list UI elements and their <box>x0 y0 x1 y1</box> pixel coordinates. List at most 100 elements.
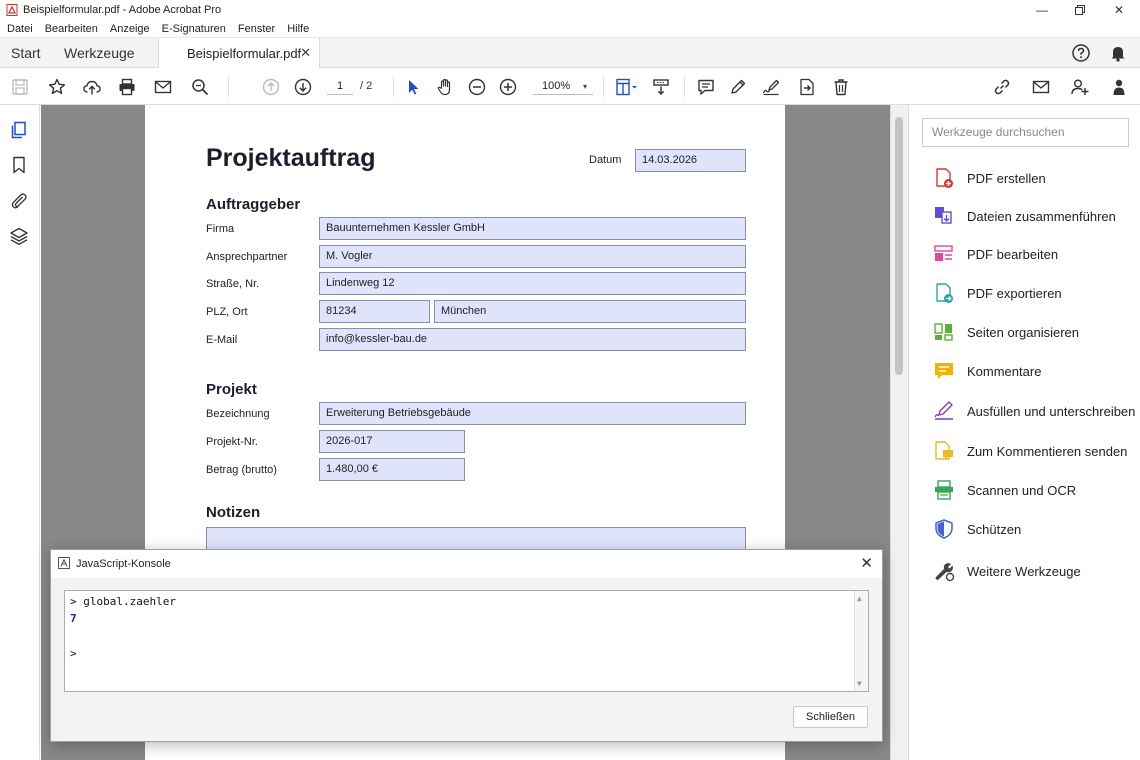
zoom-search-icon[interactable] <box>189 76 211 98</box>
tool-label: PDF exportieren <box>967 285 1062 301</box>
menu-datei[interactable]: Datei <box>7 23 33 35</box>
dialog-title-bar: JavaScript-Konsole ✕ <box>51 550 882 578</box>
close-tab-icon[interactable]: ✕ <box>300 45 311 61</box>
console-input-line: > global.zaehler <box>70 595 176 608</box>
tab-start[interactable]: Start <box>11 45 41 61</box>
zoom-in-icon[interactable] <box>497 76 519 98</box>
add-user-icon[interactable] <box>1069 76 1091 98</box>
console-output-area[interactable]: > global.zaehler 7 > ▲ ▼ <box>64 590 869 692</box>
tool-kommentare[interactable]: Kommentare <box>933 359 1140 383</box>
title-bar: Beispielformular.pdf - Adobe Acrobat Pro… <box>0 0 1140 20</box>
scrollbar-thumb[interactable] <box>895 117 903 375</box>
tab-document[interactable]: Beispielformular.pdf ✕ <box>158 38 320 68</box>
request-signature-icon[interactable] <box>1108 76 1130 98</box>
zoom-level-select[interactable]: 100% ▾ <box>533 78 593 95</box>
zoom-out-icon[interactable] <box>466 76 488 98</box>
scroll-up-icon[interactable]: ▲ <box>857 594 862 603</box>
hand-tool-icon[interactable] <box>434 76 456 98</box>
console-prompt: > <box>70 647 77 660</box>
tool-label: Ausfüllen und unterschreiben <box>967 403 1136 419</box>
close-window-button[interactable]: ✕ <box>1101 0 1137 20</box>
previous-page-icon[interactable] <box>260 76 282 98</box>
tool-dateien-zusammenfuehren[interactable]: Dateien zusammenführen <box>933 204 1140 228</box>
help-icon[interactable] <box>1071 43 1091 63</box>
pen-draw-icon[interactable] <box>727 76 749 98</box>
bezeichnung-field[interactable]: Erweiterung Betriebsgebäude <box>319 402 746 425</box>
delete-icon[interactable] <box>830 76 852 98</box>
projekt-nr-field[interactable]: 2026-017 <box>319 430 465 453</box>
document-scrollbar[interactable] <box>890 105 908 760</box>
plz-ort-label: PLZ, Ort <box>206 306 248 318</box>
tool-pdf-exportieren[interactable]: PDF exportieren <box>933 281 1140 305</box>
email-field[interactable]: info@kessler-bau.de <box>319 328 746 351</box>
menu-e-signaturen[interactable]: E-Signaturen <box>162 23 226 35</box>
tool-scannen-ocr[interactable]: Scannen und OCR <box>933 478 1140 502</box>
fill-sign-icon <box>933 400 955 422</box>
ansprechpartner-field[interactable]: M. Vogler <box>319 245 746 268</box>
page-total: / 2 <box>360 80 373 92</box>
tool-seiten-organisieren[interactable]: Seiten organisieren <box>933 320 1140 344</box>
tool-ausfuellen-unterschreiben[interactable]: Ausfüllen und unterschreiben <box>933 399 1140 423</box>
strasse-field[interactable]: Lindenweg 12 <box>319 272 746 295</box>
share-link-icon[interactable] <box>991 76 1013 98</box>
menu-bearbeiten[interactable]: Bearbeiten <box>45 23 98 35</box>
firma-label: Firma <box>206 223 235 235</box>
console-scrollbar[interactable]: ▲ ▼ <box>854 591 868 691</box>
tool-label: Zum Kommentieren senden <box>967 443 1128 459</box>
bookmark-star-icon[interactable] <box>46 76 68 98</box>
attachments-icon[interactable] <box>9 191 29 211</box>
tool-pdf-bearbeiten[interactable]: PDF bearbeiten <box>933 242 1140 266</box>
firma-field[interactable]: Bauunternehmen Kessler GmbH <box>319 217 746 240</box>
strasse-label: Straße, Nr. <box>206 278 260 290</box>
tab-tools[interactable]: Werkzeuge <box>64 45 135 61</box>
javascript-console-dialog: JavaScript-Konsole ✕ > global.zaehler 7 … <box>50 549 883 742</box>
page-thumbnails-icon[interactable] <box>9 120 29 140</box>
tab-document-label: Beispielformular.pdf <box>187 46 302 61</box>
window-title: Beispielformular.pdf - Adobe Acrobat Pro <box>23 4 222 16</box>
page-number-input[interactable]: 1 <box>327 78 353 95</box>
betrag-field[interactable]: 1.480,00 € <box>319 458 465 481</box>
close-dialog-icon[interactable]: ✕ <box>860 554 873 572</box>
page-layout-icon[interactable] <box>614 76 640 98</box>
tool-label: PDF erstellen <box>967 170 1046 186</box>
dialog-title: JavaScript-Konsole <box>76 558 171 570</box>
menu-anzeige[interactable]: Anzeige <box>110 23 150 35</box>
cloud-upload-icon[interactable] <box>81 76 103 98</box>
plz-field[interactable]: 81234 <box>319 300 430 323</box>
minimize-button[interactable]: — <box>1024 0 1060 20</box>
notifications-icon[interactable] <box>1108 43 1128 63</box>
next-page-icon[interactable] <box>292 76 314 98</box>
tools-search-input[interactable]: Werkzeuge durchsuchen <box>922 118 1129 147</box>
date-field[interactable]: 14.03.2026 <box>635 149 746 172</box>
mail-share-icon[interactable] <box>1030 76 1052 98</box>
sign-icon[interactable] <box>760 76 782 98</box>
tool-zum-kommentieren-senden[interactable]: Zum Kommentieren senden <box>933 439 1140 463</box>
tool-schuetzen[interactable]: Schützen <box>933 517 1140 541</box>
layers-icon[interactable] <box>9 226 29 246</box>
acrobat-logo-icon <box>58 557 70 569</box>
comment-icon[interactable] <box>695 76 717 98</box>
save-icon[interactable] <box>9 76 31 98</box>
email-icon[interactable] <box>152 76 174 98</box>
scroll-down-icon[interactable]: ▼ <box>857 679 862 688</box>
ort-field[interactable]: München <box>434 300 746 323</box>
bookmarks-icon[interactable] <box>9 155 29 175</box>
scroll-mode-icon[interactable] <box>650 76 672 98</box>
tool-pdf-erstellen[interactable]: PDF erstellen <box>933 166 1140 190</box>
section-projekt: Projekt <box>206 381 257 398</box>
menu-fenster[interactable]: Fenster <box>238 23 275 35</box>
close-button[interactable]: Schließen <box>793 706 868 728</box>
tools-pane: Werkzeuge durchsuchen PDF erstellen Date… <box>908 105 1140 760</box>
more-tools-icon <box>933 560 955 582</box>
email-label: E-Mail <box>206 334 238 346</box>
select-cursor-icon[interactable] <box>402 76 424 98</box>
maximize-button[interactable] <box>1062 0 1098 20</box>
menu-hilfe[interactable]: Hilfe <box>287 23 309 35</box>
tool-weitere-werkzeuge[interactable]: Weitere Werkzeuge <box>933 559 1140 583</box>
send-document-icon[interactable] <box>796 76 818 98</box>
tool-label: Kommentare <box>967 363 1042 379</box>
export-pdf-icon <box>933 282 955 304</box>
print-icon[interactable] <box>116 76 138 98</box>
protect-icon <box>933 518 955 540</box>
tool-label: Scannen und OCR <box>967 482 1077 498</box>
